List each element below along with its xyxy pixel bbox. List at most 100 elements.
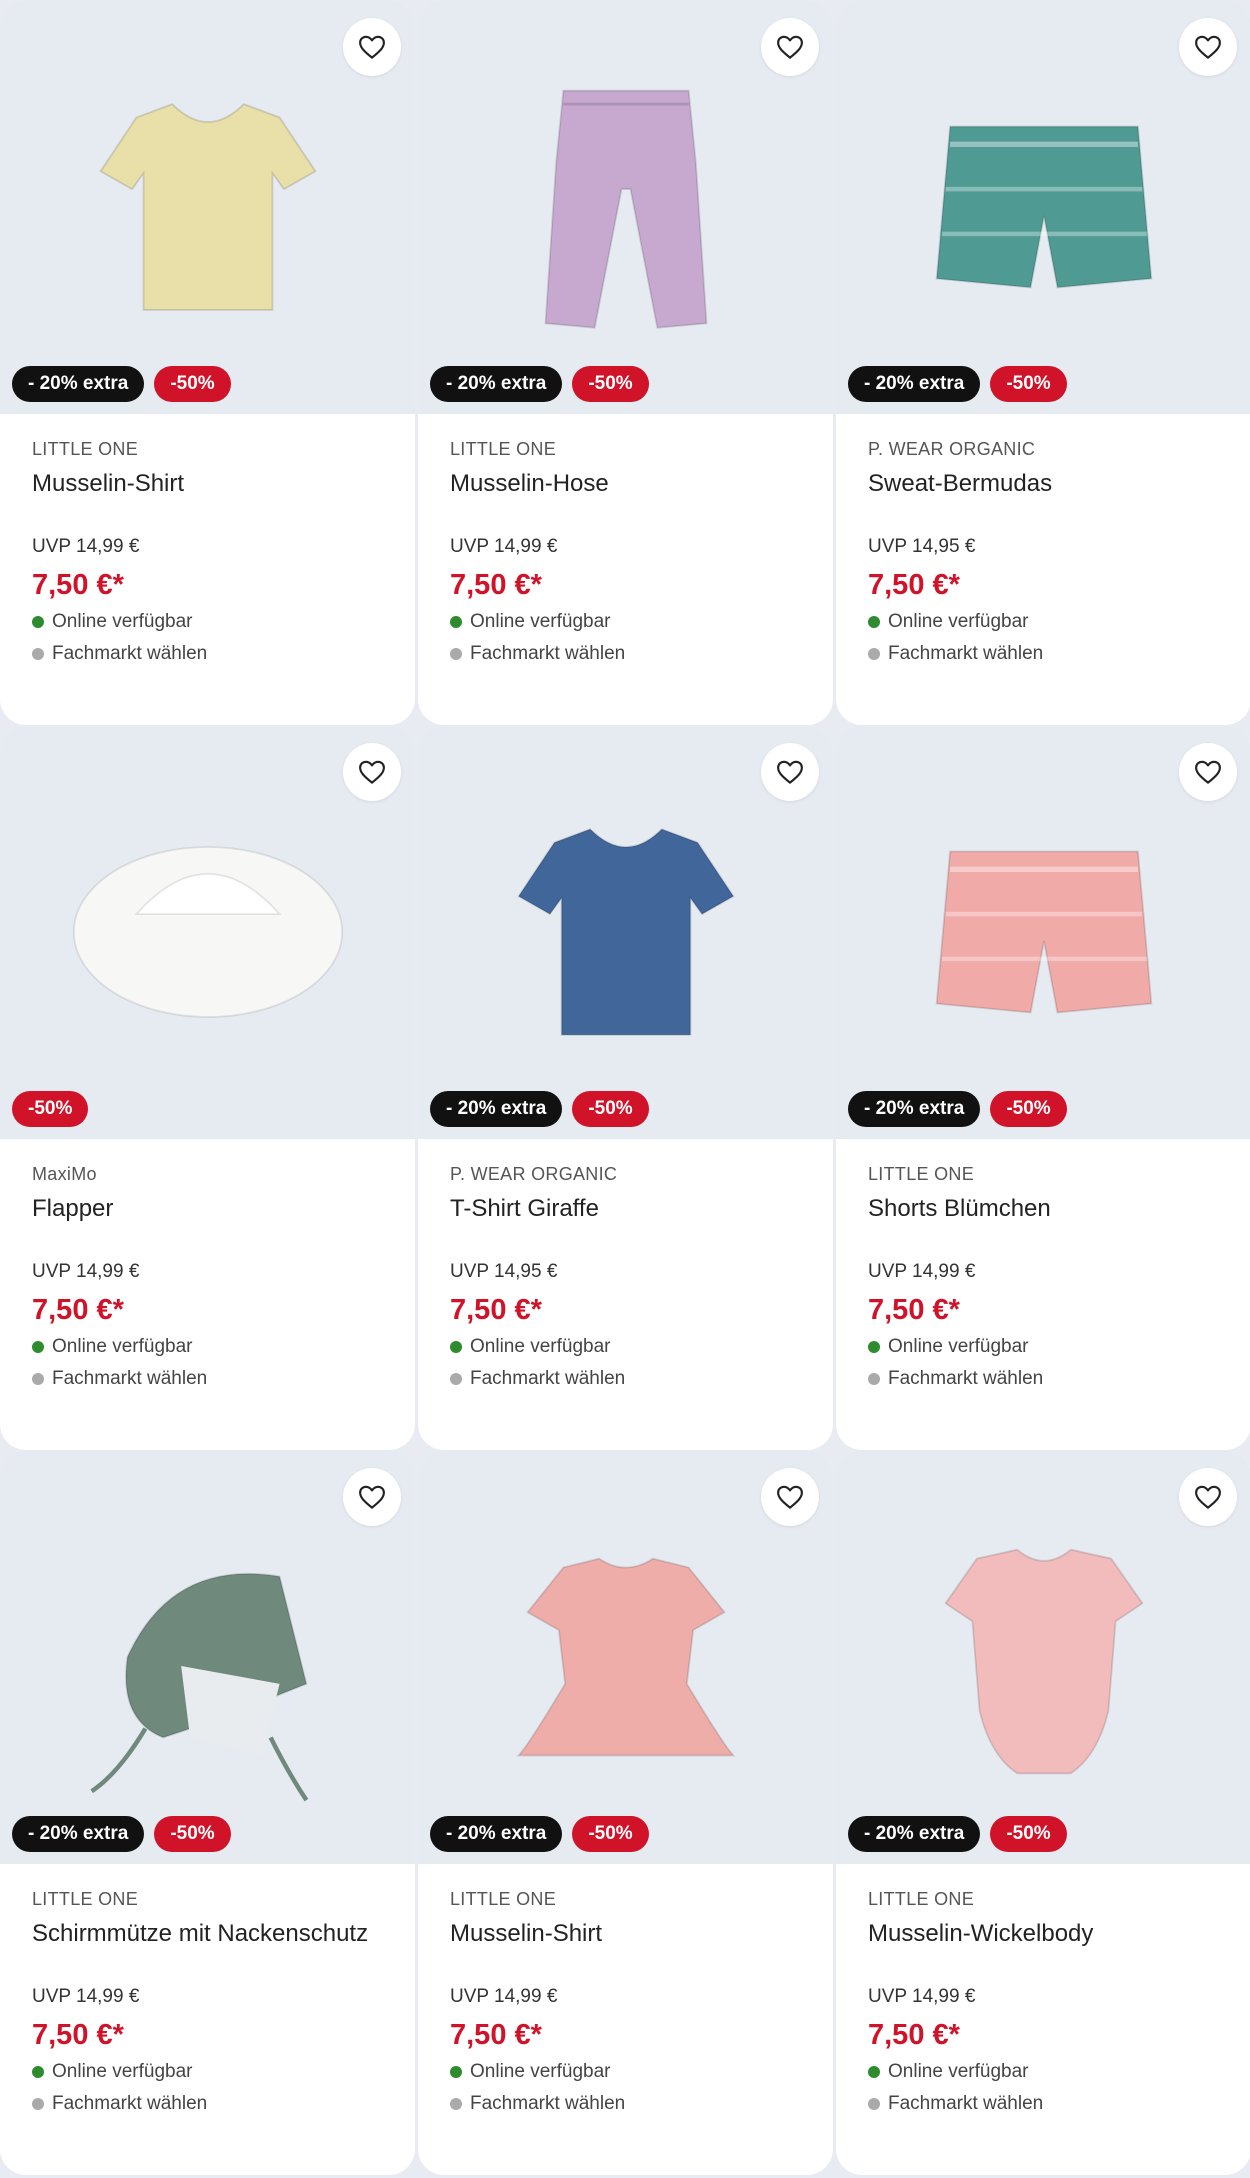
online-availability-label: Online verfügbar [470,611,611,632]
product-card[interactable]: - 20% extra -50% P. WEAR ORGANIC Sweat-B… [836,0,1250,725]
product-image-area[interactable]: - 20% extra -50% [836,1450,1250,1864]
favorite-button[interactable] [1179,1468,1237,1526]
blouse-product-image [515,1557,736,1757]
available-dot-icon [32,2066,44,2078]
product-brand: P. WEAR ORGANIC [450,1164,618,1184]
favorite-button[interactable] [761,743,819,801]
store-selector[interactable]: Fachmarkt wählen [32,2093,207,2115]
product-uvp: UVP 14,99 € [868,1986,976,2007]
online-availability-label: Online verfügbar [52,611,193,632]
product-uvp: UVP 14,99 € [868,1261,976,1282]
bodysuit-product-image [943,1548,1144,1775]
store-selector-label: Fachmarkt wählen [470,643,626,664]
badge-group: - 20% extra -50% [430,366,649,402]
available-dot-icon [450,2066,462,2078]
sale-badge: -50% [154,1816,231,1852]
store-selector[interactable]: Fachmarkt wählen [868,1368,1043,1390]
product-image-area[interactable]: - 20% extra -50% [836,725,1250,1139]
favorite-button[interactable] [343,18,401,76]
online-availability: Online verfügbar [450,1336,610,1358]
store-selector[interactable]: Fachmarkt wählen [450,2093,625,2115]
product-uvp: UVP 14,95 € [868,536,976,557]
favorite-button[interactable] [1179,743,1237,801]
product-card[interactable]: - 20% extra -50% LITTLE ONE Shorts Blümc… [836,725,1250,1450]
product-title[interactable]: Musselin-Shirt [32,468,372,500]
product-image-area[interactable]: - 20% extra -50% [0,1450,415,1864]
product-brand: LITTLE ONE [32,1889,139,1909]
product-title[interactable]: Shorts Blümchen [868,1193,1208,1225]
product-card[interactable]: - 20% extra -50% LITTLE ONE Schirmmütze … [0,1450,415,2175]
online-availability-label: Online verfügbar [888,2061,1029,2082]
online-availability-label: Online verfügbar [888,1336,1029,1357]
favorite-button[interactable] [761,18,819,76]
extra-discount-badge: - 20% extra [430,366,563,402]
available-dot-icon [868,2066,880,2078]
product-image-area[interactable]: - 20% extra -50% [0,0,415,414]
product-price: 7,50 €* [868,2019,960,2051]
product-uvp: UVP 14,99 € [450,536,558,557]
store-dot-icon [868,2098,880,2110]
online-availability: Online verfügbar [450,2061,610,2083]
online-availability-label: Online verfügbar [52,1336,193,1357]
product-brand: MaxiMo [32,1164,97,1184]
store-selector[interactable]: Fachmarkt wählen [450,1368,625,1390]
available-dot-icon [32,616,44,628]
online-availability-label: Online verfügbar [470,2061,611,2082]
heart-outline-icon [1195,35,1221,59]
product-card[interactable]: - 20% extra -50% LITTLE ONE Musselin-Shi… [418,1450,833,2175]
product-title[interactable]: Schirmmütze mit Nackenschutz [32,1918,372,1950]
product-title[interactable]: Sweat-Bermudas [868,468,1208,500]
product-title[interactable]: Musselin-Shirt [450,1918,790,1950]
product-card[interactable]: - 20% extra -50% LITTLE ONE Musselin-Hos… [418,0,833,725]
product-card[interactable]: -50% MaxiMo Flapper UVP 14,99 € 7,50 €* … [0,725,415,1450]
favorite-button[interactable] [1179,18,1237,76]
product-title[interactable]: Flapper [32,1193,372,1225]
online-availability: Online verfügbar [868,611,1028,633]
product-image-area[interactable]: - 20% extra -50% [836,0,1250,414]
store-selector[interactable]: Fachmarkt wählen [450,643,625,665]
product-image-area[interactable]: - 20% extra -50% [418,725,833,1139]
badge-group: - 20% extra -50% [848,366,1067,402]
product-title[interactable]: Musselin-Wickelbody [868,1918,1208,1950]
product-image-area[interactable]: - 20% extra -50% [418,1450,833,1864]
product-brand: LITTLE ONE [32,439,139,459]
store-selector-label: Fachmarkt wählen [470,2093,626,2114]
product-price: 7,50 €* [32,569,124,601]
product-card[interactable]: - 20% extra -50% LITTLE ONE Musselin-Wic… [836,1450,1250,2175]
product-image-area[interactable]: - 20% extra -50% [418,0,833,414]
available-dot-icon [32,1341,44,1353]
store-selector[interactable]: Fachmarkt wählen [868,2093,1043,2115]
sale-badge: -50% [154,366,231,402]
shorts-product-image [935,850,1152,1014]
favorite-button[interactable] [343,1468,401,1526]
badge-group: - 20% extra -50% [430,1091,649,1127]
product-title[interactable]: T-Shirt Giraffe [450,1193,790,1225]
extra-discount-badge: - 20% extra [848,366,981,402]
store-selector[interactable]: Fachmarkt wählen [32,643,207,665]
online-availability: Online verfügbar [32,611,192,633]
available-dot-icon [450,616,462,628]
favorite-button[interactable] [761,1468,819,1526]
product-card[interactable]: - 20% extra -50% LITTLE ONE Musselin-Shi… [0,0,415,725]
extra-discount-badge: - 20% extra [430,1091,563,1127]
product-uvp: UVP 14,99 € [32,1986,140,2007]
product-image-area[interactable]: -50% [0,725,415,1139]
available-dot-icon [450,1341,462,1353]
extra-discount-badge: - 20% extra [848,1816,981,1852]
sale-badge: -50% [990,366,1067,402]
sale-badge: -50% [12,1091,89,1127]
product-price: 7,50 €* [450,2019,542,2051]
heart-outline-icon [777,1485,803,1509]
product-price: 7,50 €* [32,2019,124,2051]
favorite-button[interactable] [343,743,401,801]
product-card[interactable]: - 20% extra -50% P. WEAR ORGANIC T-Shirt… [418,725,833,1450]
product-title[interactable]: Musselin-Hose [450,468,790,500]
store-dot-icon [32,648,44,660]
store-selector[interactable]: Fachmarkt wählen [868,643,1043,665]
online-availability-label: Online verfügbar [888,611,1029,632]
store-selector[interactable]: Fachmarkt wählen [32,1368,207,1390]
product-info: LITTLE ONE Musselin-Shirt UVP 14,99 € 7,… [0,414,415,725]
product-info: LITTLE ONE Musselin-Hose UVP 14,99 € 7,5… [418,414,833,725]
heart-outline-icon [359,35,385,59]
available-dot-icon [868,1341,880,1353]
